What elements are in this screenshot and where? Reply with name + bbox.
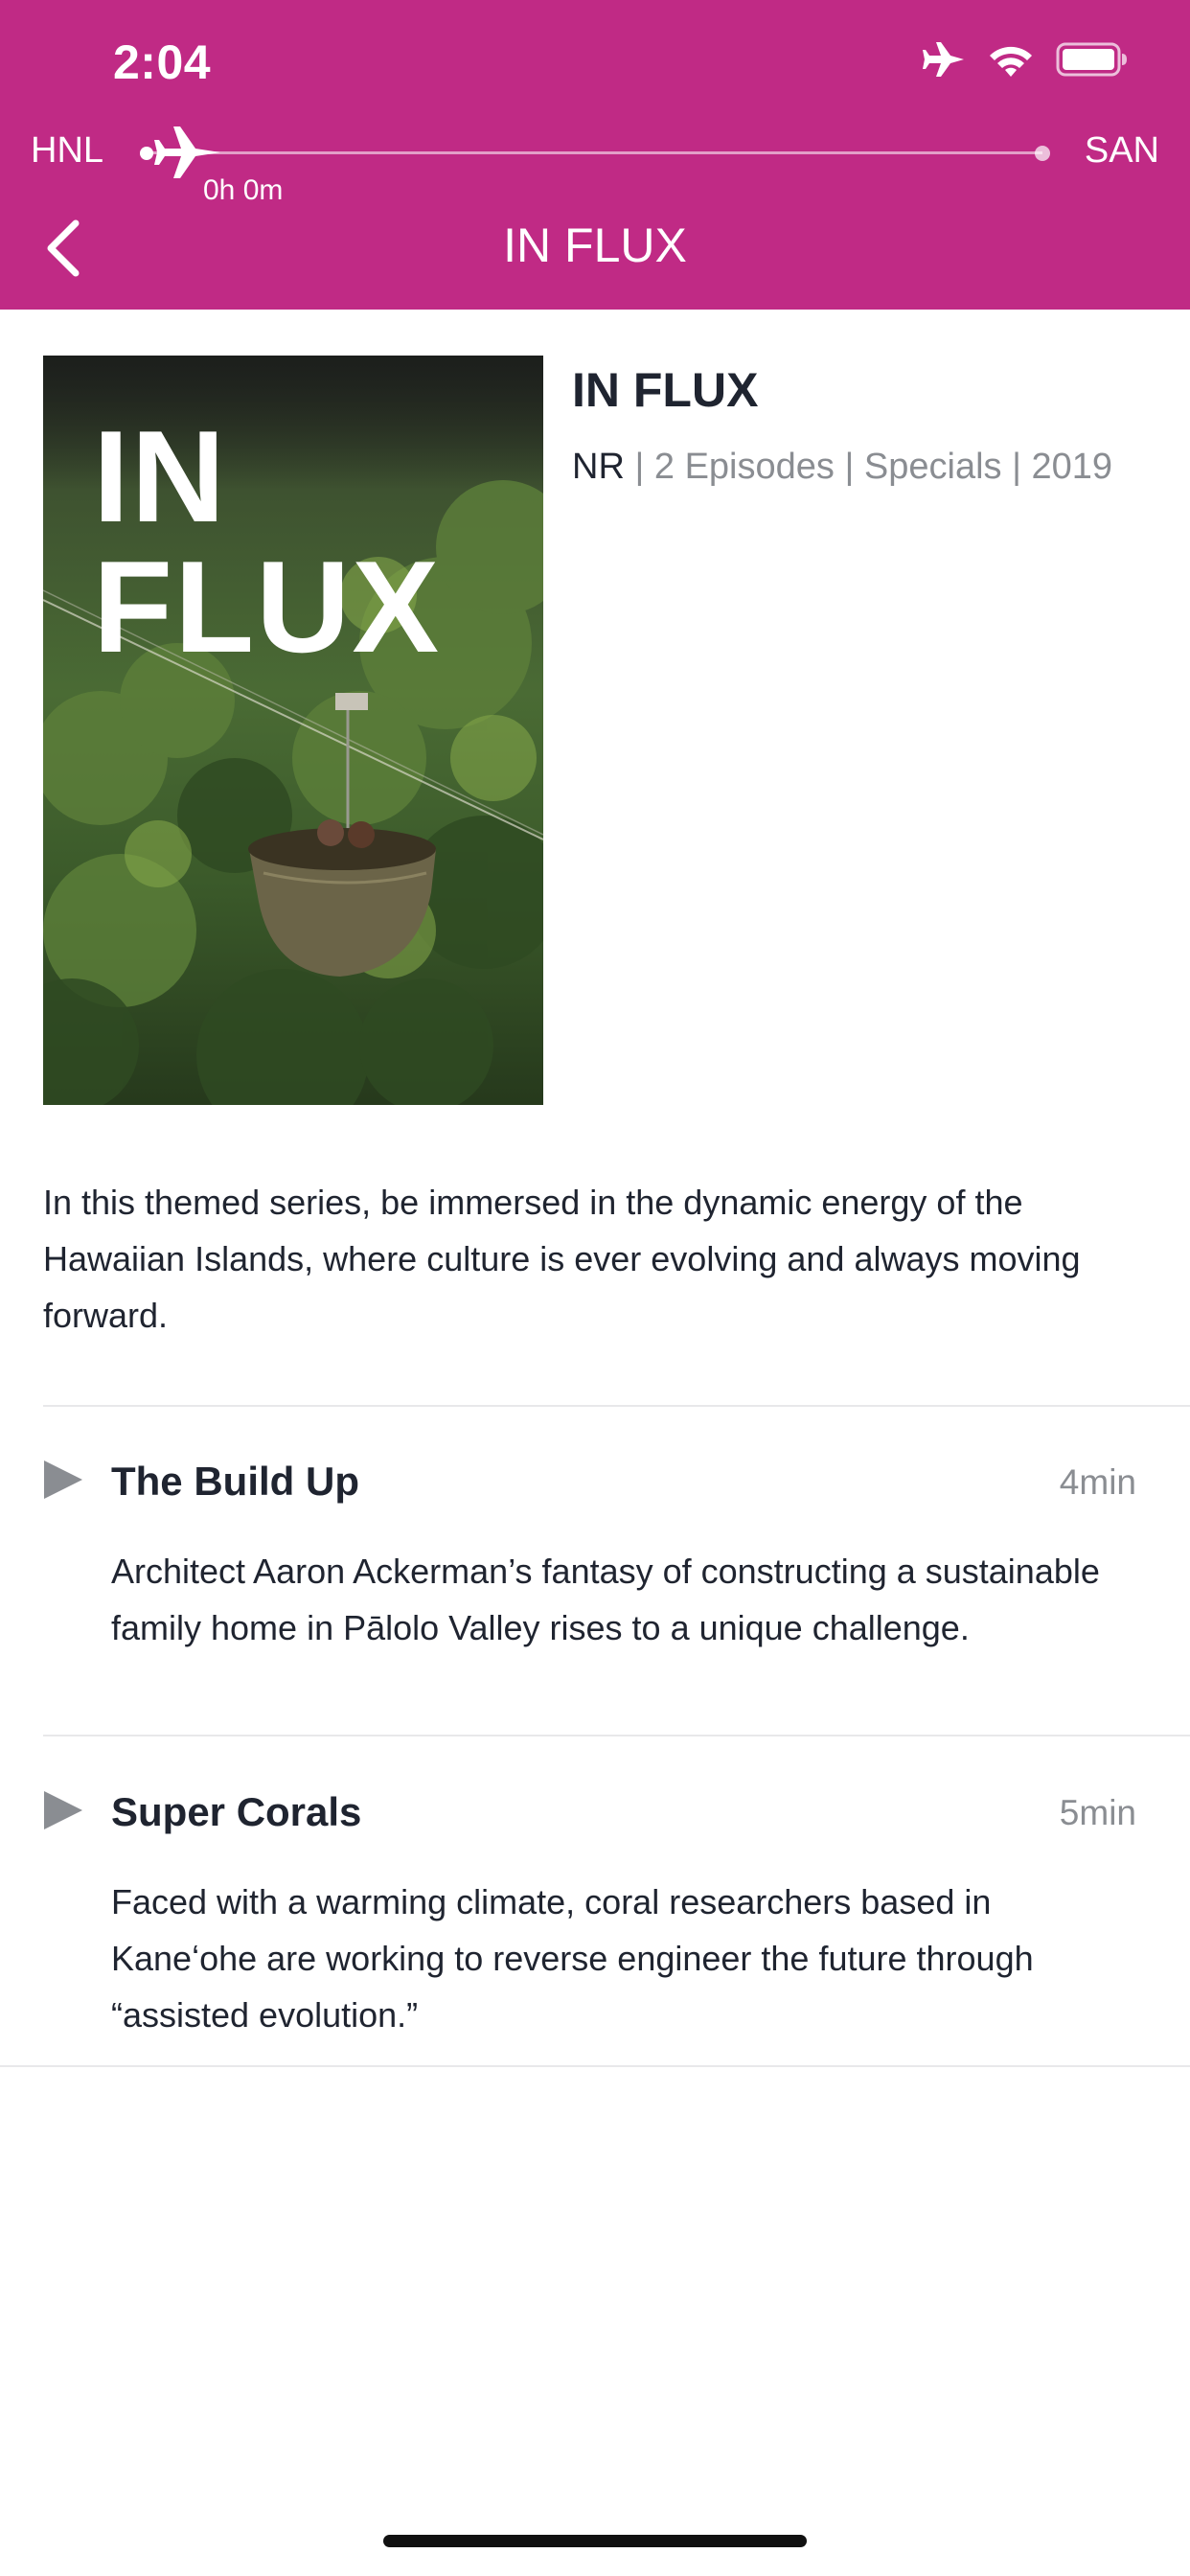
episode-row[interactable]: Super Corals 5min Faced with a warming c… xyxy=(0,1789,1190,2038)
show-meta-details: | 2 Episodes | Specials | 2019 xyxy=(634,447,1113,487)
play-icon[interactable] xyxy=(42,1789,84,1831)
show-poster: IN FLUX xyxy=(43,356,543,1105)
show-meta: NR | 2 Episodes | Specials | 2019 xyxy=(572,447,1112,488)
origin-code: HNL xyxy=(31,130,104,171)
episode-duration: 5min xyxy=(1059,1793,1136,1832)
episode-row[interactable]: The Build Up 4min Architect Aaron Ackerm… xyxy=(0,1459,1190,1708)
play-icon[interactable] xyxy=(42,1459,84,1501)
header-bar: 2:04 HNL 0h 0m SAN IN FLUX xyxy=(0,0,1190,310)
airplane-mode-icon xyxy=(922,40,966,79)
divider xyxy=(43,1405,1190,1407)
episode-duration: 4min xyxy=(1059,1462,1136,1502)
episode-description: Faced with a warming climate, coral rese… xyxy=(111,1882,1034,2035)
status-time: 2:04 xyxy=(113,35,212,89)
divider xyxy=(0,2065,1190,2067)
page-title: IN FLUX xyxy=(503,218,687,272)
flight-track xyxy=(146,151,1042,154)
rating-badge: NR xyxy=(572,447,625,487)
battery-icon xyxy=(1056,41,1129,78)
episode-title: The Build Up xyxy=(111,1459,359,1504)
nav-bar: IN FLUX xyxy=(0,206,1190,292)
divider xyxy=(43,1735,1190,1736)
episode-title: Super Corals xyxy=(111,1789,362,1834)
elapsed-time: 0h 0m xyxy=(203,174,284,206)
episode-description: Architect Aaron Ackerman’s fantasy of co… xyxy=(111,1552,1100,1647)
show-title: IN FLUX xyxy=(572,363,759,417)
destination-code: SAN xyxy=(1084,130,1159,171)
flight-progress: HNL 0h 0m SAN xyxy=(0,115,1190,206)
home-indicator[interactable] xyxy=(383,2535,807,2547)
track-end-dot xyxy=(1035,146,1050,161)
wifi-icon xyxy=(987,40,1035,79)
status-icons xyxy=(922,40,1129,79)
show-description: In this themed series, be immersed in th… xyxy=(43,1183,1081,1335)
poster-title: IN FLUX xyxy=(93,403,442,679)
